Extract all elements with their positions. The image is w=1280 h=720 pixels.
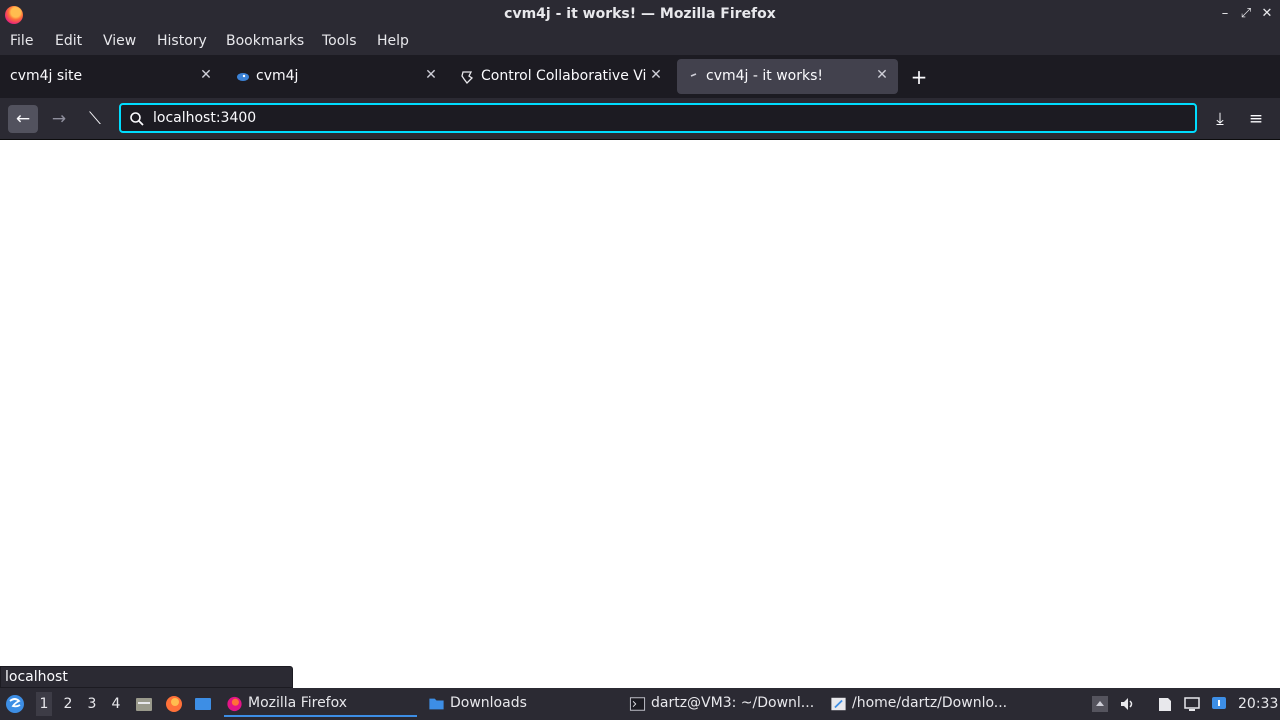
tray-arrow-icon[interactable]: [1091, 695, 1109, 713]
tab-cvm4j-it-works[interactable]: cvm4j - it works! ✕: [677, 59, 898, 94]
close-icon[interactable]: ✕: [198, 67, 214, 83]
site-favicon-icon: [461, 71, 474, 84]
firefox-icon: [227, 696, 242, 712]
forward-button[interactable]: →: [44, 105, 74, 133]
workspace-4[interactable]: 4: [108, 696, 124, 712]
window-title: cvm4j - it works! — Mozilla Firefox: [504, 6, 776, 22]
start-menu-icon[interactable]: [5, 694, 25, 714]
close-icon[interactable]: ✕: [874, 67, 890, 83]
navigation-toolbar: ← → ⟍ ⤓ ≡: [0, 98, 1280, 140]
workspace-3[interactable]: 3: [84, 696, 100, 712]
task-mozilla-firefox[interactable]: Mozilla Firefox: [224, 691, 417, 717]
task-label: Downloads: [450, 695, 527, 711]
tab-label: cvm4j site: [10, 68, 83, 84]
close-icon[interactable]: ✕: [423, 67, 439, 83]
volume-icon[interactable]: [1119, 695, 1137, 713]
task-label: /home/dartz/Downlo...: [852, 695, 1008, 711]
file-manager-launcher-icon[interactable]: [135, 695, 153, 713]
menu-view[interactable]: View: [103, 33, 136, 49]
firefox-launcher-icon[interactable]: [165, 695, 183, 713]
status-panel: localhost: [0, 666, 293, 688]
network-icon[interactable]: [1183, 695, 1201, 713]
downloads-button[interactable]: ⤓: [1205, 105, 1235, 133]
clock: 20:33: [1238, 696, 1279, 712]
close-button[interactable]: ✕: [1258, 5, 1276, 23]
folder-icon: [429, 698, 444, 710]
site-favicon-icon: [237, 73, 249, 81]
task-terminal[interactable]: dartz@VM3: ~/Downl...: [627, 691, 820, 717]
tab-control-collaborative[interactable]: Control Collaborative Virt ✕: [450, 59, 672, 94]
tab-cvm4j-site[interactable]: cvm4j site ✕: [0, 59, 222, 94]
taskbar: 1 2 3 4 Mozilla Firefox Downloads dartz@…: [0, 688, 1280, 720]
text-editor-icon: [831, 697, 846, 711]
menu-file[interactable]: File: [10, 33, 33, 49]
app-menu-button[interactable]: ≡: [1241, 105, 1271, 133]
notification-icon[interactable]: [1210, 695, 1228, 713]
menu-history[interactable]: History: [157, 33, 207, 49]
search-icon: [130, 112, 144, 126]
tab-label: cvm4j: [256, 68, 299, 84]
menu-help[interactable]: Help: [377, 33, 409, 49]
menu-bookmarks[interactable]: Bookmarks: [226, 33, 304, 49]
workspace-2[interactable]: 2: [60, 696, 76, 712]
task-text-editor[interactable]: /home/dartz/Downlo...: [828, 691, 1021, 717]
close-icon[interactable]: ✕: [648, 67, 664, 83]
tab-label: Control Collaborative Virt: [481, 68, 647, 84]
menu-tools[interactable]: Tools: [322, 33, 357, 49]
status-link-text: localhost: [5, 669, 68, 685]
loading-favicon-icon: [690, 73, 697, 77]
terminal-icon: [629, 697, 646, 711]
tab-cvm4j[interactable]: cvm4j ✕: [225, 59, 447, 94]
url-input[interactable]: [153, 108, 1153, 128]
tab-strip: cvm4j site ✕ cvm4j ✕ Control Collaborati…: [0, 55, 1280, 98]
workspace-1[interactable]: 1: [36, 692, 52, 716]
window-titlebar: cvm4j - it works! — Mozilla Firefox – ⤢ …: [0, 0, 1280, 29]
menu-edit[interactable]: Edit: [55, 33, 82, 49]
url-bar[interactable]: [119, 103, 1197, 133]
task-downloads[interactable]: Downloads: [426, 691, 619, 717]
page-content: [0, 140, 1280, 688]
tab-label: cvm4j - it works!: [706, 68, 823, 84]
reload-button[interactable]: ⟍: [80, 105, 110, 133]
minimize-button[interactable]: –: [1216, 5, 1234, 23]
restore-button[interactable]: ⤢: [1237, 5, 1255, 23]
menu-bar: File Edit View History Bookmarks Tools H…: [0, 29, 1280, 55]
task-label: dartz@VM3: ~/Downl...: [651, 695, 815, 711]
new-tab-button[interactable]: +: [908, 66, 930, 88]
back-button[interactable]: ←: [8, 105, 38, 133]
desktop-launcher-icon[interactable]: [194, 695, 212, 713]
clipboard-icon[interactable]: [1156, 695, 1174, 713]
task-label: Mozilla Firefox: [248, 695, 348, 711]
